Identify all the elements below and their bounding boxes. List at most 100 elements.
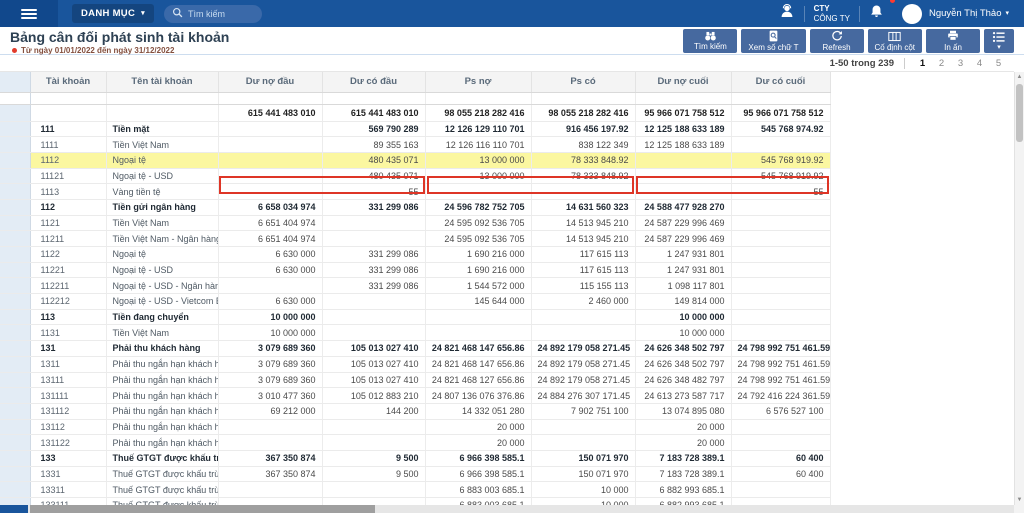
total-debit-movement: 98 055 218 282 416 [425, 104, 531, 121]
cell-du-no-cuoi: 149 814 000 [635, 294, 731, 310]
table-row[interactable]: 113Tiền đang chuyển10 000 00010 000 000 [0, 309, 830, 325]
row-gutter [0, 403, 30, 419]
horizontal-scrollbar-thumb[interactable] [30, 505, 375, 513]
table-row[interactable]: 11211Tiền Việt Nam - Ngân hàng...6 651 4… [0, 231, 830, 247]
cell-du-co-cuoi: 6 576 527 100 [731, 403, 830, 419]
topbar-right-group: CTY CÔNG TY Nguyễn Thị Thảo ▾ [770, 0, 1024, 27]
cell-du-co-cuoi [731, 482, 830, 498]
table-row[interactable]: 13111Phải thu ngắn hạn khách hàng: hoạt … [0, 372, 830, 388]
table-row[interactable]: 112212Ngoại tệ - USD - Vietcom Bank6 630… [0, 294, 830, 310]
trial-balance-table: Tài khoản Tên tài khoản Dư nợ đầu Dư có … [0, 72, 831, 505]
notifications-button[interactable] [860, 0, 893, 27]
cell-ps-co: 24 892 179 058 271.45 [531, 372, 635, 388]
cell-du-co-dau: 105 013 027 410 [322, 372, 425, 388]
header-row: Tài khoản Tên tài khoản Dư nợ đầu Dư có … [0, 72, 830, 92]
column-header-opening-credit[interactable]: Dư có đầu [322, 72, 425, 92]
column-header-account[interactable]: Tài khoản [30, 72, 106, 92]
row-gutter [0, 184, 30, 200]
company-selector[interactable]: CTY CÔNG TY [805, 0, 859, 27]
more-options-button[interactable]: ▾ [984, 29, 1014, 53]
table-row[interactable]: 11221Ngoại tệ - USD6 630 000331 299 0861… [0, 262, 830, 278]
horizontal-scrollbar[interactable] [28, 505, 1014, 513]
scroll-up-arrow-icon[interactable]: ▲ [1015, 74, 1024, 80]
table-row[interactable]: 133Thuế GTGT được khấu trừ367 350 8749 5… [0, 450, 830, 466]
cell-du-co-dau: 480 435 071 [322, 152, 425, 168]
cell-name: Tiền đang chuyển [106, 309, 218, 325]
print-button[interactable]: In ấn [926, 29, 980, 53]
table-row[interactable]: 131112Phải thu ngắn hạn khách hàng: HĐ S… [0, 403, 830, 419]
vertical-scrollbar-thumb[interactable] [1016, 84, 1023, 142]
table-row[interactable]: 111Tiền mặt569 790 28912 126 129 110 701… [0, 121, 830, 137]
table-row[interactable]: 1113Vàng tiền tệ5555 [0, 184, 830, 200]
cell-code: 1311 [30, 356, 106, 372]
table-row[interactable]: 1122Ngoại tệ6 630 000331 299 0861 690 21… [0, 247, 830, 263]
row-gutter [0, 215, 30, 231]
page-number[interactable]: 2 [934, 58, 949, 69]
column-header-closing-credit[interactable]: Dư có cuối [731, 72, 830, 92]
cell-ps-no: 20 000 [425, 419, 531, 435]
page-number[interactable]: 3 [953, 58, 968, 69]
cell-du-no-dau: 6 651 404 974 [218, 215, 322, 231]
cell-du-co-cuoi [731, 199, 830, 215]
cell-ps-no: 12 126 129 110 701 [425, 121, 531, 137]
cell-code: 1331 [30, 466, 106, 482]
page-number[interactable]: 1 [915, 58, 930, 69]
cell-ps-no: 24 821 468 147 656.86 [425, 356, 531, 372]
global-search-box[interactable] [164, 5, 262, 23]
scroll-down-arrow-icon[interactable]: ▼ [1015, 497, 1024, 503]
table-row[interactable]: 1121Tiền Việt Nam6 651 404 97424 595 092… [0, 215, 830, 231]
table-row[interactable]: 1311Phải thu ngắn hạn khách hàng3 079 68… [0, 356, 830, 372]
column-header-credit-movement[interactable]: Ps có [531, 72, 635, 92]
table-row[interactable]: 1131Tiền Việt Nam10 000 00010 000 000 [0, 325, 830, 341]
page-number[interactable]: 4 [972, 58, 987, 69]
cell-ps-co [531, 184, 635, 200]
filter-row[interactable] [0, 92, 830, 104]
table-row[interactable]: 13112Phải thu ngắn hạn khách hàng: hoạt … [0, 419, 830, 435]
table-row[interactable]: 112211Ngoại tệ - USD - Ngân hàng...331 2… [0, 278, 830, 294]
cell-code: 131122 [30, 435, 106, 451]
vertical-scrollbar[interactable]: ▲ ▼ [1014, 72, 1024, 505]
cell-du-co-dau [322, 419, 425, 435]
refresh-button[interactable]: Refresh [810, 29, 864, 53]
cell-ps-no: 145 644 000 [425, 294, 531, 310]
column-header-account-name[interactable]: Tên tài khoản [106, 72, 218, 92]
table-row[interactable]: 1111Tiền Việt Nam89 355 16312 126 116 11… [0, 137, 830, 153]
view-t-account-button[interactable]: Xem số chữ T [741, 29, 805, 53]
hamburger-menu-button[interactable] [0, 0, 58, 27]
table-row[interactable]: 112Tiền gửi ngân hàng6 658 034 974331 29… [0, 199, 830, 215]
table-row[interactable]: 11121Ngoại tệ - USD480 435 07113 000 000… [0, 168, 830, 184]
page-number[interactable]: 5 [991, 58, 1006, 69]
row-gutter [0, 262, 30, 278]
cell-du-no-cuoi: 24 613 273 587 717 [635, 388, 731, 404]
danh-muc-menu-button[interactable]: DANH MỤC ▾ [72, 4, 154, 23]
cell-du-no-dau: 69 212 000 [218, 403, 322, 419]
search-report-button[interactable]: Tìm kiếm [683, 29, 737, 53]
column-header-closing-debit[interactable]: Dư nợ cuối [635, 72, 731, 92]
search-input[interactable] [188, 9, 254, 19]
cell-ps-co: 117 615 113 [531, 247, 635, 263]
table-row[interactable]: 13311Thuế GTGT được khấu trừ của hàng ho… [0, 482, 830, 498]
totals-row: 615 441 483 010 615 441 483 010 98 055 2… [0, 104, 830, 121]
cell-du-no-cuoi: 10 000 000 [635, 325, 731, 341]
table-row[interactable]: 131122Phải thu ngắn hạn khách hàng: HĐ đ… [0, 435, 830, 451]
table-row[interactable]: 1112Ngoại tệ480 435 07113 000 00078 333 … [0, 152, 830, 168]
table-row[interactable]: 131Phải thu khách hàng3 079 689 360105 0… [0, 341, 830, 357]
table-row[interactable]: 1331Thuế GTGT được khấu trừ của hàng hoá… [0, 466, 830, 482]
cell-name: Phải thu ngắn hạn khách hàng [106, 356, 218, 372]
cell-du-no-cuoi: 24 626 348 502 797 [635, 341, 731, 357]
support-button[interactable] [770, 0, 804, 27]
cell-name: Phải thu khách hàng [106, 341, 218, 357]
cell-name: Ngoại tệ [106, 152, 218, 168]
list-menu-icon [992, 31, 1006, 43]
table-row[interactable]: 133111Thuế GTGT được khấu trừ của hàng h… [0, 498, 830, 506]
cell-ps-no: 24 595 092 536 705 [425, 231, 531, 247]
column-header-opening-debit[interactable]: Dư nợ đầu [218, 72, 322, 92]
cell-du-no-dau: 3 010 477 360 [218, 388, 322, 404]
column-header-debit-movement[interactable]: Ps nợ [425, 72, 531, 92]
table-row[interactable]: 131111Phải thu ngắn hạn khách hàng: HĐ S… [0, 388, 830, 404]
cell-du-co-cuoi [731, 309, 830, 325]
freeze-columns-button[interactable]: Cố định cột [868, 29, 922, 53]
cell-du-co-cuoi [731, 419, 830, 435]
danh-muc-label: DANH MỤC [81, 8, 135, 19]
user-menu[interactable]: Nguyễn Thị Thảo ▾ [893, 0, 1018, 27]
